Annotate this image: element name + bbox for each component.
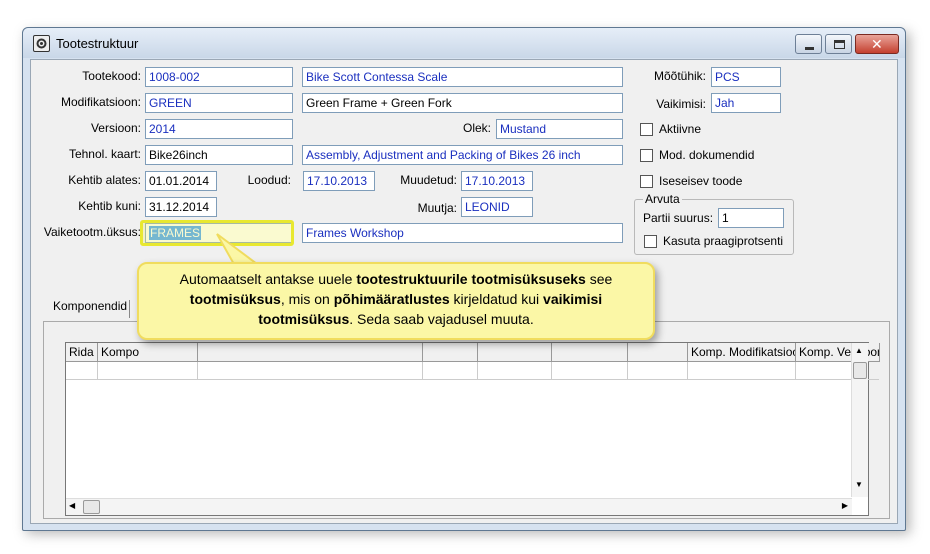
scroll-right-icon[interactable]: ▶ <box>842 501 848 510</box>
table-row[interactable] <box>66 362 879 380</box>
olek-label: Olek: <box>462 121 491 135</box>
kehtib-kuni-label: Kehtib kuni: <box>78 199 141 213</box>
tehnol-kaart-label: Tehnol. kaart: <box>68 147 141 161</box>
callout-text: Automaatselt antakse uuele tootestruktuu… <box>180 271 613 327</box>
vaiketootm-description[interactable]: Frames Workshop <box>302 223 623 243</box>
grid-horizontal-scrollbar[interactable]: ◀ ▶ <box>66 498 852 515</box>
scroll-left-icon[interactable]: ◀ <box>69 501 75 510</box>
loodud-label: Loodud: <box>247 173 291 187</box>
grid-header-kompo[interactable]: Kompo <box>98 343 198 362</box>
loodud-field[interactable]: 17.10.2013 <box>303 171 375 191</box>
tootekood-description[interactable]: Bike Scott Contessa Scale <box>302 67 623 87</box>
aktiivne-checkbox[interactable] <box>640 123 653 136</box>
grid-header-blank-5[interactable] <box>628 343 688 362</box>
modifikatsioon-label: Modifikatsioon: <box>60 95 141 109</box>
iseseisev-label: Iseseisev toode <box>659 174 743 188</box>
muudetud-label: Muudetud: <box>400 173 457 187</box>
grid-header-blank-4[interactable] <box>552 343 628 362</box>
callout-text-part: , mis on <box>280 291 334 307</box>
scroll-down-icon[interactable]: ▼ <box>855 480 863 489</box>
partii-suurus-label: Partii suurus: <box>643 211 714 225</box>
callout-text-part: Automaatselt antakse uuele <box>179 271 357 287</box>
grid-header-komp-modifikatsioon[interactable]: Komp. Modifikatsioo <box>688 343 796 362</box>
close-button[interactable]: ✕ <box>855 34 899 54</box>
modifikatsioon-description[interactable]: Green Frame + Green Fork <box>302 93 623 113</box>
grid-header-blank-1[interactable] <box>198 343 423 362</box>
mootuhik-label: Mõõtühik: <box>653 69 706 83</box>
grid-vertical-scrollbar[interactable]: ▲ ▼ <box>851 343 868 497</box>
callout-text-part: kirjeldatud kui <box>449 291 544 307</box>
grid-header-blank-3[interactable] <box>478 343 552 362</box>
close-icon: ✕ <box>871 36 883 52</box>
kehtib-alates-field[interactable]: 01.01.2014 <box>145 171 217 191</box>
iseseisev-checkbox[interactable] <box>640 175 653 188</box>
callout-text-part: tootmisüksus <box>189 291 281 307</box>
vaiketootm-label: Vaiketootm.üksus: <box>43 225 141 239</box>
versioon-label: Versioon: <box>90 121 141 135</box>
grid-header-rida[interactable]: Rida <box>66 343 98 362</box>
muutja-label: Muutja: <box>417 201 457 215</box>
maximize-button[interactable] <box>825 34 852 54</box>
window-title: Tootestruktuur <box>56 36 139 51</box>
callout-text-part: see <box>585 271 613 287</box>
kasuta-praagiprotsenti-checkbox[interactable] <box>644 235 657 248</box>
mod-dokumendid-checkbox[interactable] <box>640 149 653 162</box>
mootuhik-field[interactable]: PCS <box>711 67 781 87</box>
components-grid[interactable]: Rida Kompo Komp. Modifikatsioo Komp. Ver… <box>65 342 880 516</box>
callout-text-part: põhimääratlustes <box>333 291 450 307</box>
muudetud-field[interactable]: 17.10.2013 <box>461 171 533 191</box>
versioon-field[interactable]: 2014 <box>145 119 293 139</box>
vaikimisi-field[interactable]: Jah <box>711 93 781 113</box>
vertical-scroll-thumb[interactable] <box>853 362 867 379</box>
info-callout: Automaatselt antakse uuele tootestruktuu… <box>137 262 655 340</box>
tab-separator <box>129 300 130 318</box>
muutja-field[interactable]: LEONID <box>461 197 533 217</box>
maximize-icon <box>834 40 845 49</box>
arvuta-group-title: Arvuta <box>643 192 682 206</box>
kasuta-praagiprotsenti-label: Kasuta praagiprotsenti <box>663 234 784 248</box>
olek-field[interactable]: Mustand <box>496 119 623 139</box>
mod-dokumendid-label: Mod. dokumendid <box>659 148 755 162</box>
tehnol-kaart-field[interactable]: Bike26inch <box>145 145 293 165</box>
horizontal-scroll-thumb[interactable] <box>83 500 100 514</box>
callout-text-part: tootestruktuurile tootmisüksuseks <box>356 271 586 287</box>
vaikimisi-label: Vaikimisi: <box>656 97 706 111</box>
grid-header-blank-2[interactable] <box>423 343 478 362</box>
app-icon <box>33 35 50 52</box>
tab-komponendid[interactable]: Komponendid <box>47 296 133 316</box>
modifikatsioon-field[interactable]: GREEN <box>145 93 293 113</box>
kehtib-alates-label: Kehtib alates: <box>68 173 141 187</box>
tehnol-kaart-description[interactable]: Assembly, Adjustment and Packing of Bike… <box>302 145 623 165</box>
scroll-up-icon[interactable]: ▲ <box>855 346 863 355</box>
tootekood-label: Tootekood: <box>82 69 141 83</box>
minimize-button[interactable] <box>795 34 822 54</box>
title-bar[interactable]: Tootestruktuur ✕ <box>23 28 905 58</box>
minimize-icon <box>805 47 814 50</box>
tootekood-field[interactable]: 1008-002 <box>145 67 293 87</box>
partii-suurus-field[interactable]: 1 <box>718 208 784 228</box>
kehtib-kuni-field[interactable]: 31.12.2014 <box>145 197 217 217</box>
callout-text-part: . Seda saab vajadusel muuta. <box>349 311 534 327</box>
aktiivne-label: Aktiivne <box>659 122 702 136</box>
